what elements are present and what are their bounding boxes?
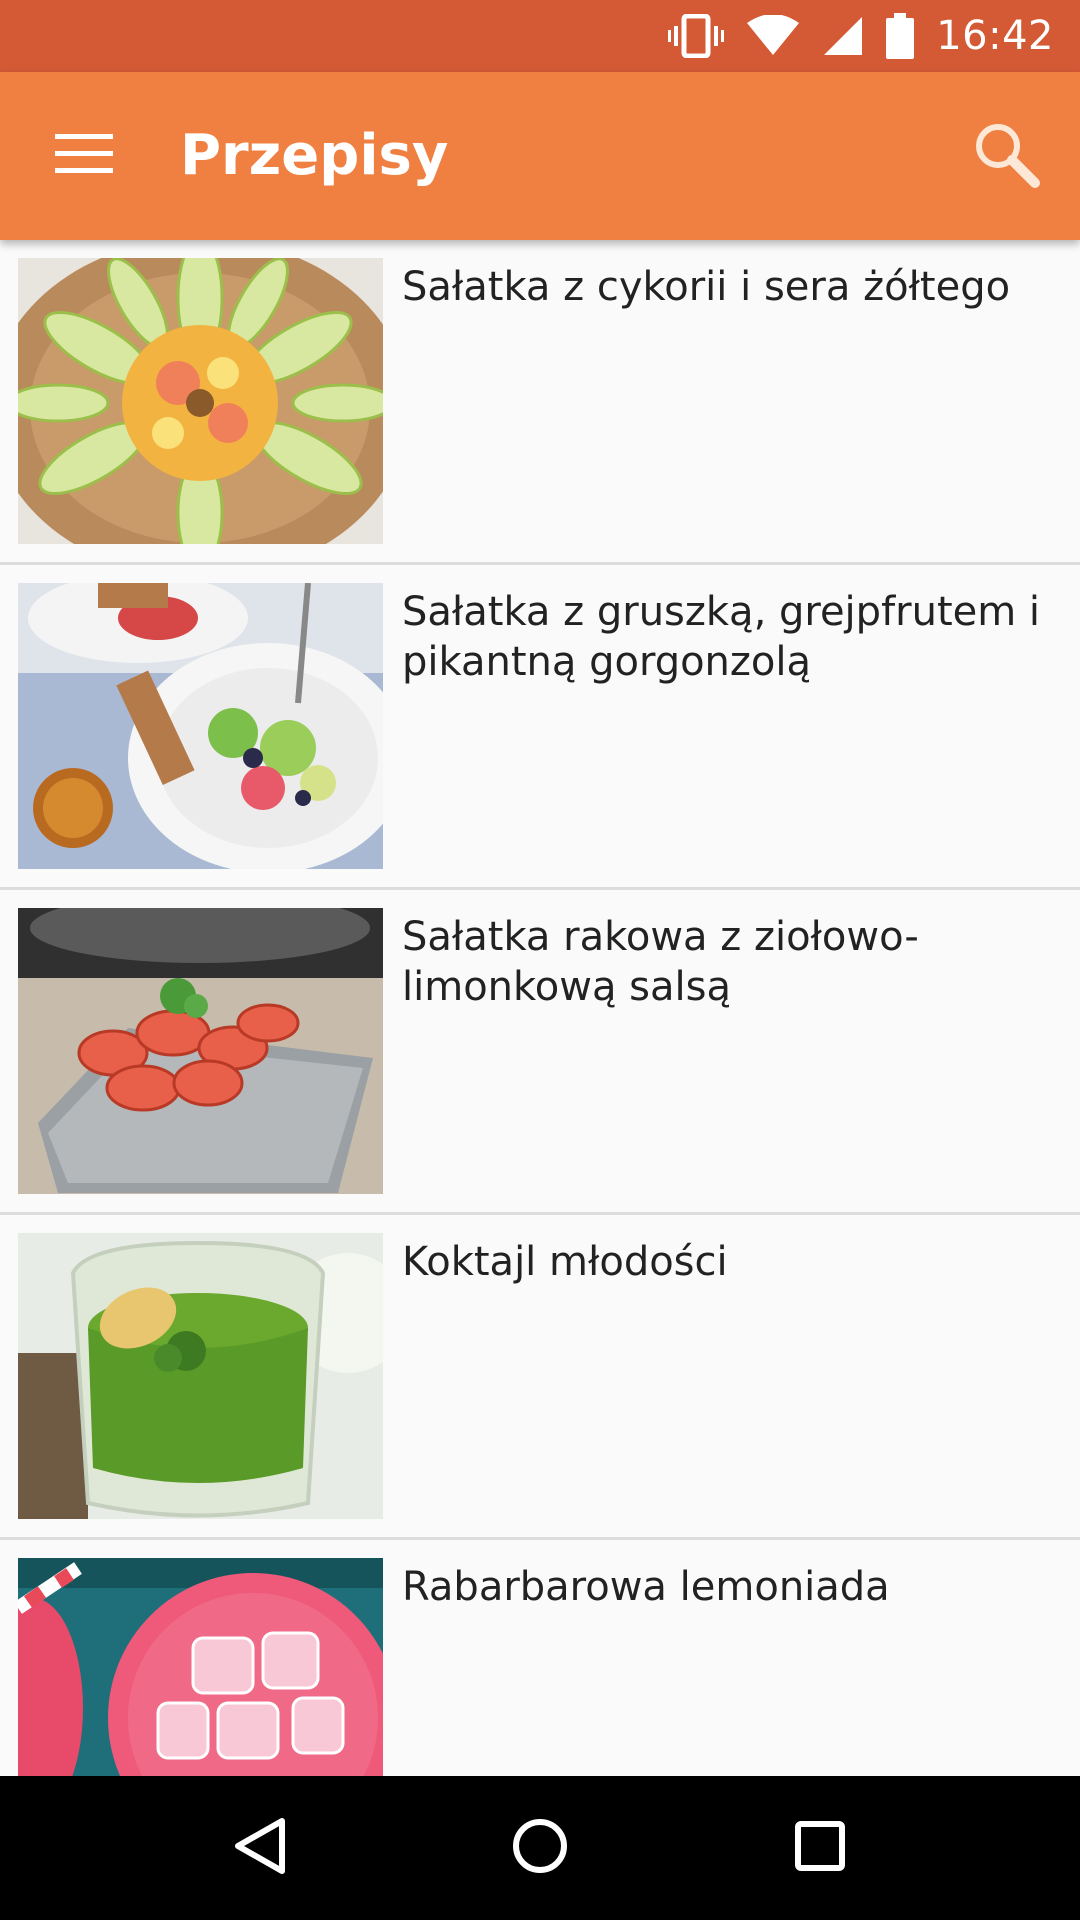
recipe-list-item[interactable]: Rabarbarowa lemoniada	[0, 1540, 1080, 1776]
recipe-title: Sałatka z gruszką, grejpfrutem i pikantn…	[402, 589, 1041, 685]
battery-icon	[886, 13, 915, 59]
recipe-list-item[interactable]: Koktajl młodości	[0, 1215, 1080, 1540]
recipe-thumbnail	[18, 1233, 383, 1519]
back-icon	[232, 1816, 288, 1881]
recents-icon	[793, 1819, 847, 1878]
recents-button[interactable]	[760, 1788, 880, 1908]
app-bar: Przepisy	[0, 72, 1080, 240]
home-icon	[510, 1816, 570, 1881]
recipe-title: Koktajl młodości	[402, 1239, 728, 1285]
search-button[interactable]	[962, 112, 1050, 200]
recipe-thumbnail	[18, 908, 383, 1194]
signal-icon	[822, 15, 864, 57]
recipe-thumbnail	[18, 258, 383, 544]
recipe-thumbnail	[18, 1558, 383, 1776]
hamburger-menu-icon	[55, 133, 113, 179]
back-button[interactable]	[200, 1788, 320, 1908]
wifi-icon	[746, 15, 800, 57]
recipe-list-item[interactable]: Sałatka z gruszką, grejpfrutem i pikantn…	[0, 565, 1080, 890]
status-bar: 16:42	[0, 0, 1080, 72]
recipe-title: Sałatka z cykorii i sera żółtego	[402, 264, 1011, 310]
recipe-list[interactable]: Sałatka z cykorii i sera żółtego Sałatka…	[0, 240, 1080, 1776]
menu-button[interactable]	[40, 116, 128, 196]
recipe-list-item[interactable]: Sałatka rakowa z ziołowo-limonkową salsą	[0, 890, 1080, 1215]
vibrate-icon	[668, 14, 725, 58]
recipe-thumbnail	[18, 583, 383, 869]
search-icon	[971, 119, 1041, 194]
page-title: Przepisy	[180, 123, 449, 188]
recipe-list-item[interactable]: Sałatka z cykorii i sera żółtego	[0, 240, 1080, 565]
home-button[interactable]	[480, 1788, 600, 1908]
status-time: 16:42	[936, 13, 1054, 59]
navigation-bar	[0, 1776, 1080, 1920]
recipe-title: Rabarbarowa lemoniada	[402, 1564, 890, 1610]
recipe-title: Sałatka rakowa z ziołowo-limonkową salsą	[402, 914, 919, 1010]
